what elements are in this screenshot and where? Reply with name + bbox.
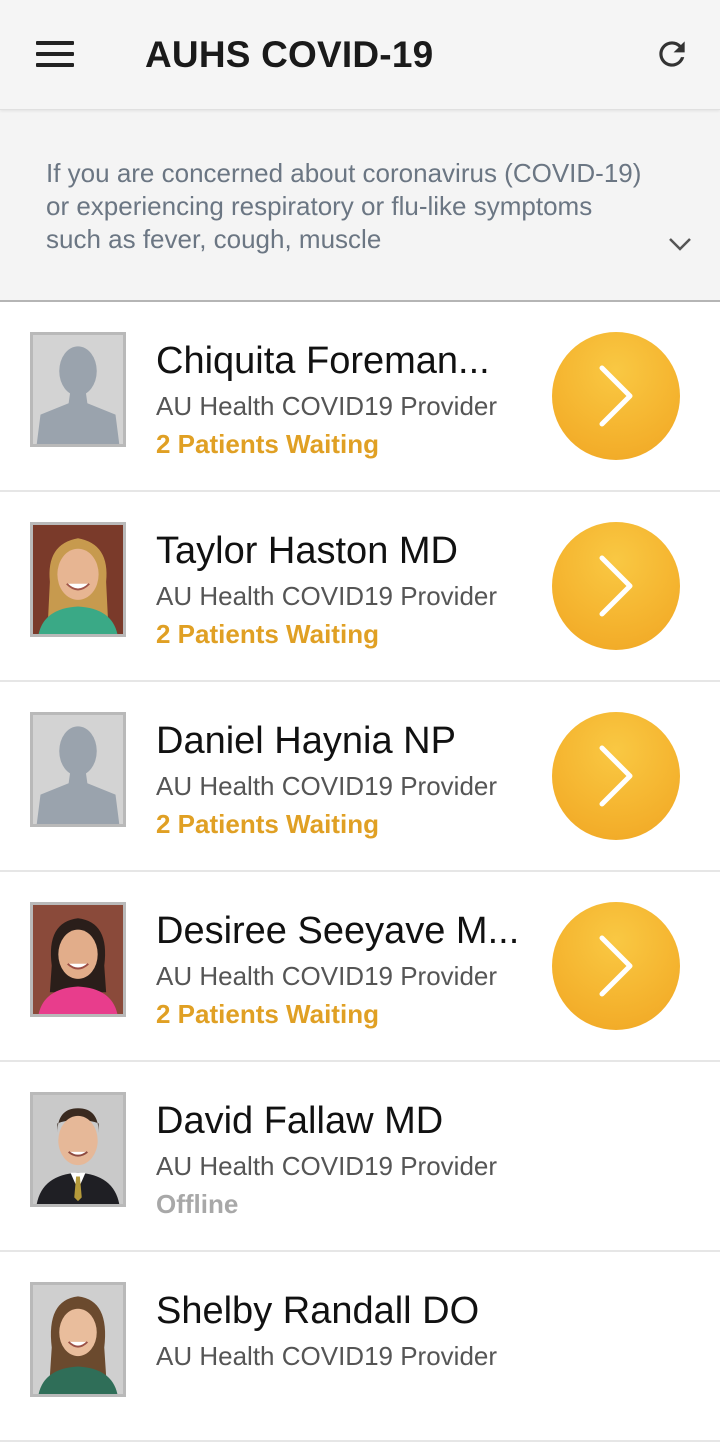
open-provider-button[interactable] (552, 902, 680, 1030)
provider-role: AU Health COVID19 Provider (156, 391, 498, 421)
app-bar: AUHS COVID-19 (0, 0, 720, 110)
provider-row[interactable]: Daniel Haynia NP AU Health COVID19 Provi… (0, 682, 720, 872)
chevron-right-icon (599, 555, 633, 617)
provider-row[interactable]: Desiree Seeyave M... AU Health COVID19 P… (0, 872, 720, 1062)
provider-name: Chiquita Foreman... (156, 340, 490, 382)
provider-role: AU Health COVID19 Provider (156, 1341, 498, 1371)
chevron-right-icon (599, 935, 633, 997)
avatar (30, 332, 126, 447)
open-provider-button[interactable] (552, 522, 680, 650)
provider-photo-icon (33, 1095, 123, 1204)
provider-role: AU Health COVID19 Provider (156, 581, 498, 611)
provider-name: Daniel Haynia NP (156, 720, 456, 762)
chevron-right-icon (599, 745, 633, 807)
chevron-down-icon (669, 238, 691, 251)
provider-status: 2 Patients Waiting (156, 999, 379, 1029)
refresh-icon (659, 41, 685, 67)
hamburger-menu-icon (36, 41, 74, 67)
provider-photo-icon (33, 1285, 123, 1394)
provider-photo-icon (33, 905, 123, 1014)
menu-button[interactable] (22, 26, 90, 82)
provider-name: Taylor Haston MD (156, 530, 458, 572)
open-provider-button[interactable] (552, 712, 680, 840)
avatar (30, 712, 126, 827)
expand-banner-button[interactable] (664, 228, 696, 260)
provider-row[interactable]: David Fallaw MD AU Health COVID19 Provid… (0, 1062, 720, 1252)
provider-role: AU Health COVID19 Provider (156, 771, 498, 801)
provider-row[interactable]: Taylor Haston MD AU Health COVID19 Provi… (0, 492, 720, 682)
provider-status: 2 Patients Waiting (156, 809, 379, 839)
provider-row[interactable]: Chiquita Foreman... AU Health COVID19 Pr… (0, 302, 720, 492)
refresh-button[interactable] (642, 26, 702, 82)
provider-name: Desiree Seeyave M... (156, 910, 520, 952)
avatar (30, 1282, 126, 1397)
avatar (30, 1092, 126, 1207)
provider-name: David Fallaw MD (156, 1100, 444, 1142)
page-title: AUHS COVID-19 (145, 34, 434, 75)
chevron-right-icon (599, 365, 633, 427)
provider-status: 2 Patients Waiting (156, 429, 379, 459)
provider-status: 2 Patients Waiting (156, 619, 379, 649)
avatar (30, 522, 126, 637)
provider-list: Chiquita Foreman... AU Health COVID19 Pr… (0, 302, 720, 1442)
provider-row[interactable]: Shelby Randall DO AU Health COVID19 Prov… (0, 1252, 720, 1442)
banner-text: If you are concerned about coronavirus (… (46, 158, 642, 254)
provider-role: AU Health COVID19 Provider (156, 961, 498, 991)
provider-status: Offline (156, 1189, 239, 1219)
open-provider-button[interactable] (552, 332, 680, 460)
provider-name: Shelby Randall DO (156, 1290, 480, 1332)
info-banner[interactable]: If you are concerned about coronavirus (… (0, 110, 720, 302)
placeholder-silhouette-icon (33, 715, 123, 824)
provider-role: AU Health COVID19 Provider (156, 1151, 498, 1181)
avatar (30, 902, 126, 1017)
placeholder-silhouette-icon (33, 335, 123, 444)
provider-photo-icon (33, 525, 123, 634)
